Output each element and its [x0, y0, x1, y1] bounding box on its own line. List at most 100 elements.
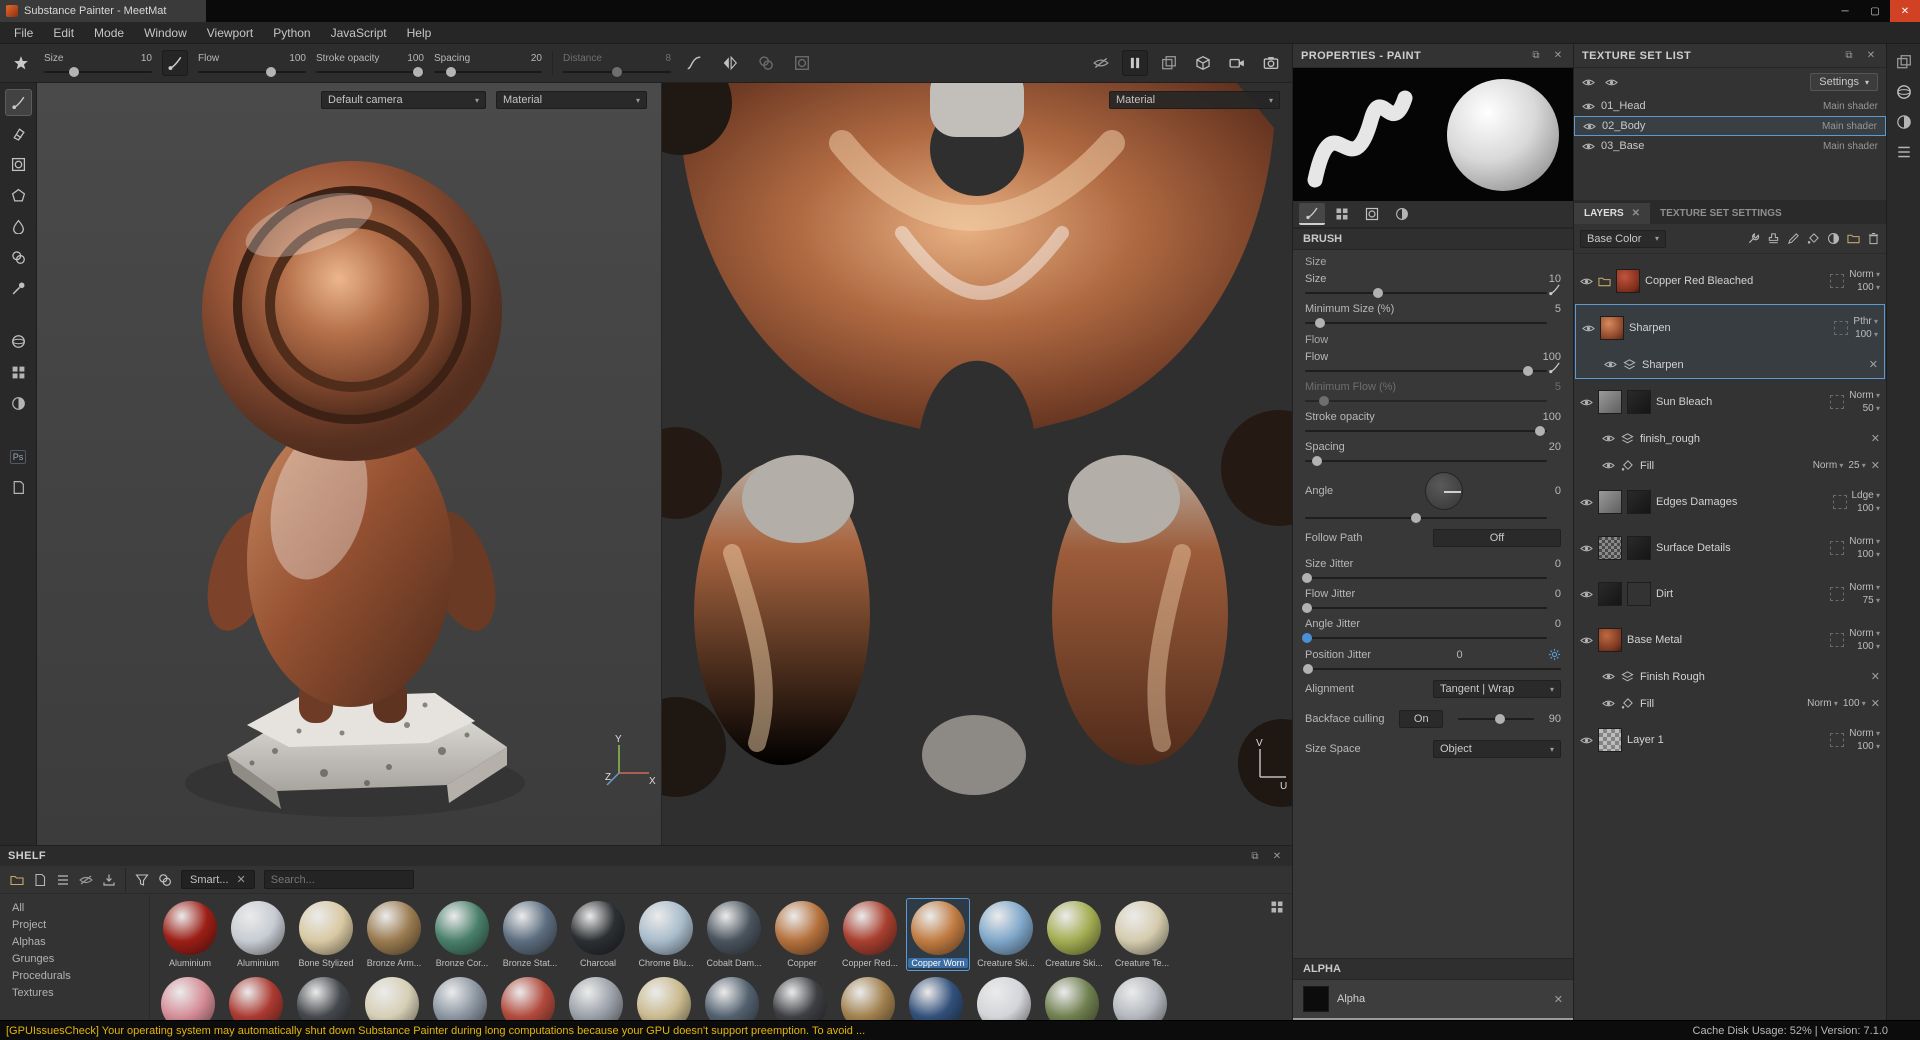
symmetry-icon[interactable] — [717, 50, 743, 76]
mask-placeholder[interactable] — [1830, 587, 1845, 601]
resources-icon[interactable] — [5, 474, 32, 501]
pause-engine-button[interactable] — [1122, 50, 1148, 76]
material-aluminium-2[interactable]: Aluminium — [226, 898, 290, 971]
material-aluminium-1[interactable]: Aluminium — [158, 898, 222, 971]
menu-file[interactable]: File — [4, 22, 43, 44]
menu-javascript[interactable]: JavaScript — [321, 22, 397, 44]
close-panel-icon[interactable]: ✕ — [1551, 50, 1565, 61]
polygon-fill-tool[interactable] — [5, 182, 32, 209]
remove-effect-icon[interactable]: ✕ — [1871, 432, 1880, 445]
clone-tool[interactable] — [5, 244, 32, 271]
material-sphere[interactable] — [433, 977, 487, 1020]
close-panel-icon[interactable]: ✕ — [1270, 851, 1284, 862]
viewport-3d[interactable]: Default camera ▾ Material ▾ Y X Z — [37, 83, 661, 845]
blend-mode-select[interactable]: Norm — [1849, 390, 1880, 401]
eye-icon[interactable] — [1582, 140, 1595, 153]
import-resources-icon[interactable] — [102, 873, 116, 887]
filter-icon[interactable] — [135, 873, 149, 887]
category-procedurals[interactable]: Procedurals — [12, 968, 149, 985]
effect-row-fill[interactable]: Fill Norm 25 ✕ — [1574, 452, 1886, 479]
eye-icon[interactable] — [1580, 588, 1593, 601]
angle-dial[interactable] — [1425, 472, 1463, 510]
hide-ui-icon[interactable] — [1088, 50, 1114, 76]
size-pen-icon[interactable] — [1548, 283, 1561, 296]
opacity-select[interactable]: 100 — [1855, 329, 1878, 340]
channel-select[interactable]: Base Color ▾ — [1580, 229, 1666, 248]
lazy-mouse-icon[interactable] — [753, 50, 779, 76]
texture-set-row-base[interactable]: 03_Base Main shader — [1574, 136, 1886, 156]
material-copper-worn[interactable]: Copper Worn — [906, 898, 970, 971]
material-sphere[interactable] — [637, 977, 691, 1020]
minimum-flow-slider[interactable]: Minimum Flow (%) 5 — [1293, 376, 1573, 406]
close-button[interactable]: ✕ — [1890, 0, 1920, 22]
category-project[interactable]: Project — [12, 917, 149, 934]
layer-row-base-metal[interactable]: Base Metal Norm 100 — [1574, 617, 1886, 663]
show-active-icon[interactable] — [1605, 76, 1618, 89]
material-cobalt-damaged[interactable]: Cobalt Dam... — [702, 898, 766, 971]
size-jitter-slider[interactable]: Size Jitter 0 — [1293, 553, 1573, 583]
alpha-slot[interactable]: Alpha ✕ — [1293, 980, 1573, 1020]
material-creature-skin-1[interactable]: Creature Ski... — [974, 898, 1038, 971]
material-bone-stylized[interactable]: Bone Stylized — [294, 898, 358, 971]
menu-mode[interactable]: Mode — [84, 22, 134, 44]
eye-icon[interactable] — [1580, 496, 1593, 509]
flow-pen-icon[interactable] — [1548, 361, 1561, 374]
backface-angle-slider[interactable] — [1458, 714, 1534, 724]
menu-python[interactable]: Python — [263, 22, 320, 44]
effect-row-sharpen[interactable]: Sharpen ✕ — [1576, 351, 1884, 378]
layer-row-sun-bleach[interactable]: Sun Bleach Norm 50 — [1574, 379, 1886, 425]
filter-tab-close-icon[interactable]: ✕ — [237, 873, 246, 886]
material-sphere[interactable] — [977, 977, 1031, 1020]
remove-effect-icon[interactable]: ✕ — [1871, 697, 1880, 710]
tab-alpha[interactable] — [1329, 203, 1355, 225]
menu-window[interactable]: Window — [134, 22, 197, 44]
shading-select-2d[interactable]: Material ▾ — [1109, 91, 1280, 109]
grid-view-icon[interactable] — [1270, 900, 1284, 914]
eye-icon[interactable] — [1602, 697, 1615, 710]
category-textures[interactable]: Textures — [12, 985, 149, 1002]
paint-tool[interactable] — [4, 89, 32, 116]
viewer-settings-icon[interactable] — [1896, 114, 1912, 130]
eye-icon[interactable] — [1602, 670, 1615, 683]
eye-icon[interactable] — [1602, 459, 1615, 472]
effect-row-finish-rough[interactable]: finish_rough ✕ — [1574, 425, 1886, 452]
history-icon[interactable] — [1896, 144, 1912, 160]
eye-icon[interactable] — [1583, 120, 1596, 133]
blend-mode-select[interactable]: Norm — [1807, 698, 1838, 709]
add-mask-icon[interactable] — [1807, 232, 1820, 245]
texture-set-settings-button[interactable]: Settings ▾ — [1810, 73, 1878, 91]
show-all-icon[interactable] — [1582, 76, 1595, 89]
material-sphere[interactable] — [705, 977, 759, 1020]
position-jitter-slider[interactable]: Position Jitter 0 — [1293, 643, 1573, 674]
camera-select[interactable]: Default camera ▾ — [321, 91, 486, 109]
alpha-remove-icon[interactable]: ✕ — [1554, 993, 1563, 1006]
eraser-tool[interactable] — [5, 120, 32, 147]
eye-icon[interactable] — [1580, 275, 1593, 288]
material-sphere[interactable] — [909, 977, 963, 1020]
category-all[interactable]: All — [12, 900, 149, 917]
material-copper-red[interactable]: Copper Red... — [838, 898, 902, 971]
projection-tool[interactable] — [5, 151, 32, 178]
mask-placeholder[interactable] — [1830, 274, 1845, 288]
list-view-icon[interactable] — [56, 873, 70, 887]
tangent-wrap-icon[interactable] — [789, 50, 815, 76]
eye-icon[interactable] — [1580, 734, 1593, 747]
tab-brush[interactable] — [1299, 203, 1325, 225]
stencil-icon[interactable] — [8, 50, 34, 76]
falloff-curve-icon[interactable] — [681, 50, 707, 76]
minimum-size-slider[interactable]: Minimum Size (%) 5 — [1293, 298, 1573, 328]
eye-icon[interactable] — [1580, 396, 1593, 409]
category-grunges[interactable]: Grunges — [12, 951, 149, 968]
tab-texture-set-settings[interactable]: TEXTURE SET SETTINGS — [1650, 203, 1792, 224]
opacity-select[interactable]: 75 — [1863, 595, 1880, 606]
toolbar-distance-slider[interactable]: Distance 8 — [563, 53, 671, 77]
material-picker-tool[interactable] — [5, 275, 32, 302]
material-bronze-statue[interactable]: Bronze Stat... — [498, 898, 562, 971]
layer-row-copper-red-bleached[interactable]: Copper Red Bleached Norm 100 — [1574, 258, 1886, 304]
remove-effect-icon[interactable]: ✕ — [1871, 670, 1880, 683]
layer-row-sharpen[interactable]: Sharpen Pthr 100 — [1576, 305, 1884, 351]
blend-mode-select[interactable]: Norm — [1849, 628, 1880, 639]
photoshop-export-icon[interactable]: Ps — [5, 443, 32, 470]
layer-row-dirt[interactable]: Dirt Norm 75 — [1574, 571, 1886, 617]
blend-mode-select[interactable]: Ldge — [1852, 490, 1881, 501]
